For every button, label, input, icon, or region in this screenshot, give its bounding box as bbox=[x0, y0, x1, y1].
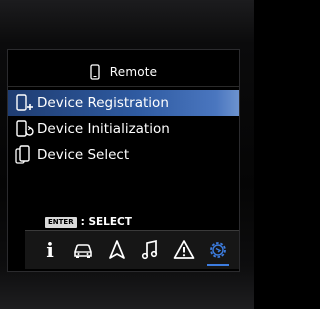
phone-reset-icon bbox=[16, 120, 34, 137]
header-divider bbox=[8, 86, 239, 87]
tab-info[interactable]: i bbox=[37, 237, 63, 263]
menu-item-device-initialization[interactable]: Device Initialization bbox=[8, 116, 239, 142]
music-note-icon bbox=[141, 239, 158, 260]
display-screen: Remote Device Registration Device Initia… bbox=[7, 49, 240, 272]
tab-audio[interactable] bbox=[137, 237, 163, 263]
enter-select-hint: ENTER : SELECT bbox=[45, 215, 132, 229]
screen-title: Remote bbox=[109, 65, 158, 79]
phone-select-icon bbox=[15, 145, 30, 164]
tab-vehicle[interactable] bbox=[70, 237, 96, 263]
navigation-arrow-icon bbox=[109, 240, 125, 259]
gear-icon bbox=[210, 242, 226, 258]
menu-item-label: Device Registration bbox=[37, 95, 169, 111]
enter-key-badge: ENTER bbox=[45, 216, 77, 228]
tab-settings[interactable] bbox=[205, 237, 231, 266]
menu-item-label: Device Initialization bbox=[37, 121, 170, 137]
menu-item-device-registration[interactable]: Device Registration bbox=[8, 90, 239, 116]
menu-list: Device Registration Device Initializatio… bbox=[8, 90, 239, 168]
car-icon bbox=[74, 244, 92, 258]
info-icon: i bbox=[46, 238, 54, 262]
warning-icon bbox=[173, 240, 195, 259]
tab-warning[interactable] bbox=[171, 237, 197, 263]
phone-icon bbox=[90, 64, 100, 80]
phone-add-icon bbox=[16, 94, 33, 111]
screen-header: Remote bbox=[8, 60, 239, 84]
menu-item-device-select[interactable]: Device Select bbox=[8, 142, 239, 168]
category-tab-bar: i bbox=[25, 230, 239, 269]
menu-item-label: Device Select bbox=[37, 147, 130, 163]
hint-action: : SELECT bbox=[80, 216, 132, 228]
tab-navigation[interactable] bbox=[104, 237, 130, 263]
